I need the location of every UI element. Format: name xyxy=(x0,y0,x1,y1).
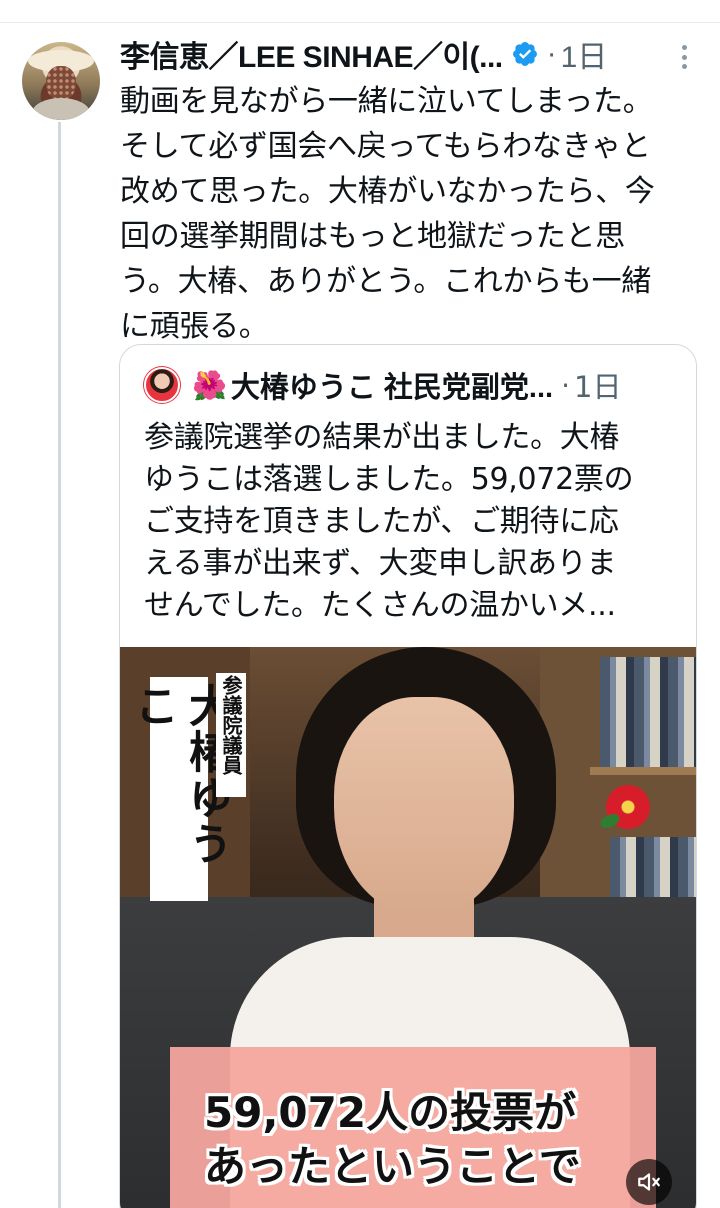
video-name-label: 大椿ゆうこ xyxy=(127,677,232,901)
quote-text-line: える事が出来ず、大変申し訳ありま xyxy=(144,546,617,581)
video-caption-line: あったということで xyxy=(204,1142,581,1191)
thread-line xyxy=(58,122,61,1208)
person-face xyxy=(334,697,514,917)
quote-header: 🌺 大椿ゆうこ 社民党副党... · 1日 xyxy=(144,365,621,405)
volume-muted-icon[interactable] xyxy=(626,1159,672,1205)
tweet-text: 動画を見ながら一緒に泣いてしまった。 そして必ず国会へ戻ってもらわなきゃと 改め… xyxy=(120,79,710,349)
tweet-text-line: そして必ず国会へ戻ってもらわなきゃと xyxy=(120,129,651,164)
dot-separator: · xyxy=(546,37,557,70)
quote-text-line: 参議院選挙の結果が出ました。大椿 xyxy=(144,420,620,455)
video-caption-line: 59,072人の投票が xyxy=(204,1088,577,1137)
more-dots-icon[interactable] xyxy=(672,42,696,72)
quote-dot-separator: · xyxy=(561,368,571,402)
quote-timestamp: 1日 xyxy=(574,370,622,404)
avatar[interactable] xyxy=(22,42,100,120)
tweet-text-line: 改めて思った。大椿がいなかったら、今 xyxy=(120,174,655,209)
quote-text-line: ゆうこは落選しました。59,072票の xyxy=(144,462,634,497)
display-name[interactable]: 李信恵／LEE SINHAE／이(... xyxy=(120,32,503,76)
top-divider xyxy=(0,22,720,23)
quote-display-name[interactable]: 大椿ゆうこ 社民党副党... xyxy=(231,364,553,406)
quoted-tweet-card[interactable]: 🌺 大椿ゆうこ 社民党副党... · 1日 参議院選挙の結果が出ました。大椿 ゆ… xyxy=(119,344,697,1208)
quote-text: 参議院選挙の結果が出ました。大椿 ゆうこは落選しました。59,072票の ご支持… xyxy=(144,417,684,627)
tweet-text-line: に頑張る。 xyxy=(120,309,269,344)
quote-text-line: ご支持を頂きましたが、ご期待に応 xyxy=(144,504,619,539)
video-title-label: 参議院議員 xyxy=(216,673,246,797)
tweet-header: 李信恵／LEE SINHAE／이(... · 1日 xyxy=(120,34,700,74)
tweet-text-line: 動画を見ながら一緒に泣いてしまった。 xyxy=(120,84,653,119)
tweet-text-line: う。大椿、ありがとう。これからも一緒 xyxy=(120,264,651,299)
video-title-text: 参議院議員 xyxy=(219,675,243,775)
quote-avatar[interactable] xyxy=(144,367,180,403)
quote-text-line: せんでした。たくさんの温かいメ... xyxy=(144,588,616,623)
timestamp[interactable]: 1日 xyxy=(561,32,608,76)
video-player[interactable]: 大椿ゆうこ 参議院議員 59,072人の投票が あったということで xyxy=(120,647,696,1208)
hibiscus-icon: 🌺 xyxy=(192,368,227,402)
verified-badge-icon xyxy=(512,42,537,66)
tweet-text-line: 回の選挙期間はもっと地獄だったと思 xyxy=(120,219,625,254)
